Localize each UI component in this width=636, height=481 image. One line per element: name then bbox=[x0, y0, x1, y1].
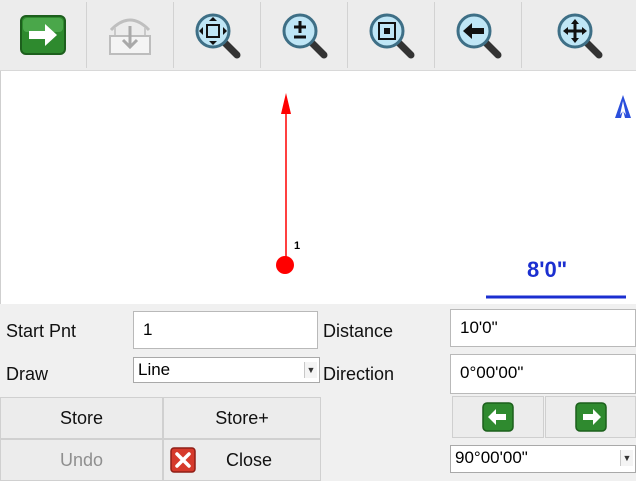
undo-button[interactable]: Undo bbox=[0, 439, 163, 481]
close-icon bbox=[170, 447, 196, 473]
rotate-right-button[interactable] bbox=[545, 396, 636, 438]
download-tray-icon bbox=[109, 18, 151, 55]
scale-label: 8'0" bbox=[527, 257, 568, 282]
toolbar bbox=[0, 0, 636, 71]
start-point-marker[interactable] bbox=[276, 256, 294, 274]
pan-button[interactable] bbox=[522, 2, 636, 68]
zoom-previous-button[interactable] bbox=[435, 2, 522, 68]
zoom-previous-icon bbox=[456, 13, 502, 59]
zoom-fit-icon bbox=[195, 13, 241, 59]
point-number-label: 1 bbox=[294, 240, 301, 252]
draw-select-value: Line bbox=[138, 360, 171, 379]
distance-label: Distance bbox=[323, 321, 394, 341]
green-right-arrow-icon bbox=[574, 402, 607, 432]
draw-label: Draw bbox=[6, 364, 49, 384]
close-button[interactable]: Close bbox=[163, 439, 321, 481]
store-plus-button[interactable]: Store+ bbox=[163, 397, 321, 439]
north-arrow-icon bbox=[615, 95, 631, 118]
chevron-down-icon: ▼ bbox=[620, 450, 633, 466]
input-form: Start Pnt 1 Distance 10'0" Draw Line ▼ D… bbox=[0, 304, 636, 481]
zoom-window-icon bbox=[369, 13, 415, 59]
zoom-plus-minus-icon bbox=[282, 13, 328, 59]
line-arrowhead bbox=[281, 93, 291, 114]
green-left-arrow-icon bbox=[482, 402, 514, 432]
go-forward-button[interactable] bbox=[0, 2, 87, 68]
store-button[interactable]: Store bbox=[0, 397, 163, 439]
zoom-fit-button[interactable] bbox=[174, 2, 261, 68]
drawing-canvas[interactable]: 1 8'0" bbox=[0, 71, 636, 304]
direction-input[interactable]: 0°00'00" bbox=[450, 354, 636, 394]
distance-input[interactable]: 10'0" bbox=[450, 309, 636, 347]
zoom-in-out-button[interactable] bbox=[261, 2, 348, 68]
close-button-label: Close bbox=[226, 449, 273, 470]
import-button[interactable] bbox=[87, 2, 174, 68]
green-right-arrow-icon bbox=[20, 15, 66, 55]
start-pnt-label: Start Pnt bbox=[6, 321, 77, 341]
zoom-window-button[interactable] bbox=[348, 2, 435, 68]
pan-move-icon bbox=[557, 13, 603, 59]
draw-select[interactable]: Line ▼ bbox=[133, 357, 320, 383]
direction-label: Direction bbox=[323, 364, 395, 384]
chevron-down-icon: ▼ bbox=[304, 362, 317, 378]
rotate-left-button[interactable] bbox=[452, 396, 544, 438]
angle-select[interactable]: 90°00'00" ▼ bbox=[450, 445, 636, 473]
start-pnt-input[interactable]: 1 bbox=[133, 311, 318, 349]
angle-select-value: 90°00'00" bbox=[455, 448, 528, 467]
